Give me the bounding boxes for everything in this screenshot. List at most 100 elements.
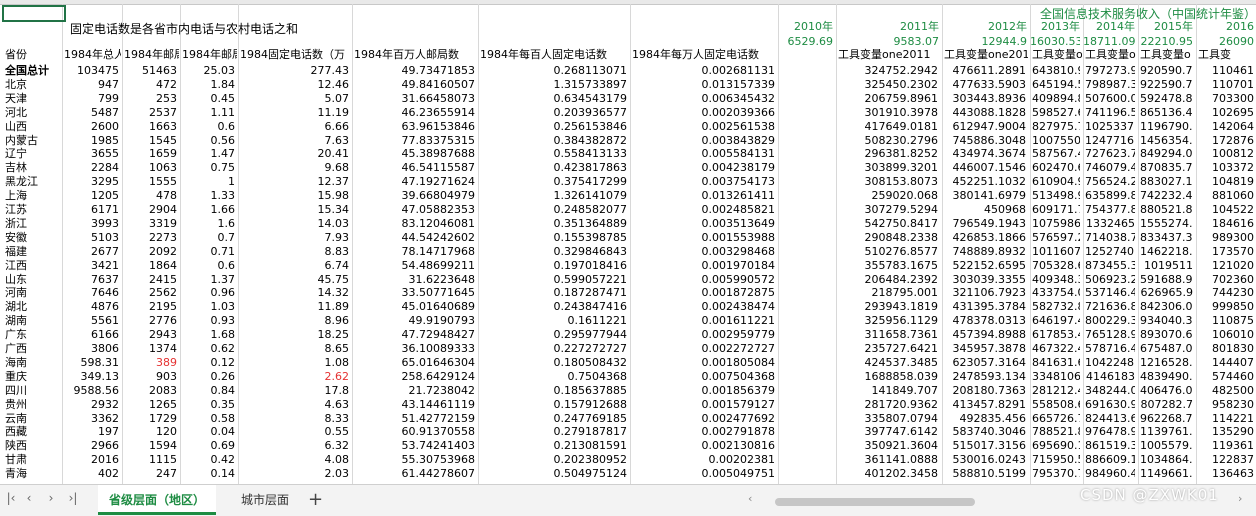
data-cell[interactable]: 507600.01 <box>1085 92 1135 106</box>
data-cell[interactable]: 478378.0313 <box>944 314 1026 328</box>
data-cell[interactable]: 450968 <box>944 203 1026 217</box>
data-cell[interactable]: 14.03 <box>240 217 350 231</box>
data-cell[interactable]: 0.001553988 <box>632 231 775 245</box>
data-cell[interactable]: 1729 <box>124 412 177 426</box>
data-cell[interactable]: 506923.27 <box>1085 273 1135 287</box>
data-cell[interactable]: 515017.3156 <box>944 439 1026 453</box>
data-cell[interactable]: 83.12046081 <box>354 217 475 231</box>
year-label[interactable]: 2012年 <box>942 20 1027 34</box>
data-cell[interactable]: 18.25 <box>240 328 350 342</box>
province-cell[interactable]: 福建 <box>5 245 59 259</box>
data-cell[interactable]: 49.73471853 <box>354 64 475 78</box>
data-cell[interactable]: 401202.3458 <box>838 467 938 481</box>
data-cell[interactable]: 102695 <box>1198 106 1254 120</box>
data-cell[interactable]: 1.84 <box>182 78 236 92</box>
data-cell[interactable]: 110701 <box>1198 78 1254 92</box>
data-cell[interactable]: 1252740.7 <box>1085 245 1135 259</box>
data-cell[interactable]: 962268.73 <box>1140 412 1193 426</box>
data-cell[interactable]: 0.213081591 <box>480 439 627 453</box>
data-cell[interactable]: 253 <box>124 92 177 106</box>
column-header[interactable]: 1984年百万人邮局数 <box>354 48 477 62</box>
data-cell[interactable]: 303039.3355 <box>944 273 1026 287</box>
data-cell[interactable]: 104819 <box>1198 175 1254 189</box>
data-cell[interactable]: 293943.1819 <box>838 300 938 314</box>
data-cell[interactable]: 1196790.1 <box>1140 120 1193 134</box>
province-cell[interactable]: 贵州 <box>5 398 59 412</box>
data-cell[interactable]: 2273 <box>124 231 177 245</box>
year-value[interactable]: 12944.9 <box>942 35 1028 49</box>
data-cell[interactable]: 0.003513649 <box>632 217 775 231</box>
province-cell[interactable]: 山东 <box>5 273 59 287</box>
year-label[interactable]: 2013年 <box>1030 20 1080 34</box>
data-cell[interactable]: 0.003298468 <box>632 245 775 259</box>
next-sheet-icon[interactable]: › <box>42 491 60 505</box>
data-cell[interactable]: 4.63 <box>240 398 350 412</box>
data-cell[interactable]: 665726.71 <box>1032 412 1080 426</box>
data-cell[interactable]: 0.96 <box>182 286 236 300</box>
data-cell[interactable]: 976478.98 <box>1085 425 1135 439</box>
data-cell[interactable]: 958230 <box>1198 398 1254 412</box>
province-cell[interactable]: 黑龙江 <box>5 175 59 189</box>
data-cell[interactable]: 0.001805084 <box>632 356 775 370</box>
data-cell[interactable]: 1659 <box>124 147 177 161</box>
data-cell[interactable]: 7.93 <box>240 231 350 245</box>
data-cell[interactable]: 12.46 <box>240 78 350 92</box>
data-cell[interactable]: 49.9190793 <box>354 314 475 328</box>
data-cell[interactable]: 443088.1828 <box>944 106 1026 120</box>
data-cell[interactable]: 78.14717968 <box>354 245 475 259</box>
data-cell[interactable]: 446007.1546 <box>944 161 1026 175</box>
data-cell[interactable]: 303899.3201 <box>838 161 938 175</box>
data-cell[interactable]: 0.185637885 <box>480 384 627 398</box>
data-cell[interactable]: 4876 <box>64 300 119 314</box>
data-cell[interactable]: 530016.0243 <box>944 453 1026 467</box>
data-cell[interactable]: 1.315733897 <box>480 78 627 92</box>
data-cell[interactable]: 920590.79 <box>1140 64 1193 78</box>
data-cell[interactable]: 235727.6421 <box>838 342 938 356</box>
data-cell[interactable]: 0.42 <box>182 453 236 467</box>
data-cell[interactable]: 0.013261411 <box>632 189 775 203</box>
data-cell[interactable]: 1149661.5 <box>1140 467 1193 481</box>
data-cell[interactable]: 5487 <box>64 106 119 120</box>
data-cell[interactable]: 103475 <box>64 64 119 78</box>
data-cell[interactable]: 281212.47 <box>1032 384 1080 398</box>
data-cell[interactable]: 0.013157339 <box>632 78 775 92</box>
data-cell[interactable]: 1247716.3 <box>1085 134 1135 148</box>
data-cell[interactable]: 49.84160507 <box>354 78 475 92</box>
year-label[interactable]: 2015年 <box>1138 20 1193 34</box>
data-cell[interactable]: 277.43 <box>240 64 350 78</box>
data-cell[interactable]: 0.1611221 <box>480 314 628 328</box>
add-sheet-button[interactable]: + <box>308 489 323 510</box>
scroll-left-icon[interactable]: ‹ <box>748 492 752 505</box>
data-cell[interactable]: 2562 <box>124 286 177 300</box>
data-cell[interactable]: 542750.8417 <box>838 217 938 231</box>
data-cell[interactable]: 754377.88 <box>1085 203 1135 217</box>
data-cell[interactable]: 467322.45 <box>1032 342 1080 356</box>
data-cell[interactable]: 0.55 <box>240 425 350 439</box>
scroll-right-icon[interactable]: › <box>1238 492 1242 505</box>
data-cell[interactable]: 2600 <box>64 120 119 134</box>
column-header[interactable]: 1984年邮局 <box>124 48 179 62</box>
data-cell[interactable]: 576597.25 <box>1032 231 1080 245</box>
column-header[interactable]: 工具变 <box>1198 48 1256 62</box>
data-cell[interactable]: 15.34 <box>240 203 350 217</box>
data-cell[interactable]: 0.003754173 <box>632 175 775 189</box>
data-cell[interactable]: 51463 <box>124 64 177 78</box>
data-cell[interactable]: 2.03 <box>240 467 350 481</box>
data-cell[interactable]: 1139761.8 <box>1140 425 1193 439</box>
data-cell[interactable]: 1205 <box>64 189 119 203</box>
data-cell[interactable]: 1688858.039 <box>838 370 938 384</box>
data-cell[interactable]: 402 <box>64 467 119 481</box>
column-header[interactable]: 工具变量one2012 <box>944 48 1028 62</box>
data-cell[interactable]: 635899.86 <box>1085 189 1135 203</box>
data-cell[interactable]: 5561 <box>64 314 119 328</box>
data-cell[interactable]: 2083 <box>124 384 177 398</box>
data-cell[interactable]: 880521.88 <box>1140 203 1193 217</box>
data-cell[interactable]: 31.66458073 <box>354 92 475 106</box>
column-header[interactable]: 省份 <box>5 48 61 62</box>
data-cell[interactable]: 290848.2338 <box>838 231 938 245</box>
data-cell[interactable]: 6.32 <box>240 439 350 453</box>
data-cell[interactable]: 1.37 <box>182 273 236 287</box>
data-cell[interactable]: 5.07 <box>240 92 350 106</box>
data-cell[interactable]: 623057.3164 <box>944 356 1026 370</box>
year-value[interactable]: 16030.53 <box>1030 35 1080 49</box>
